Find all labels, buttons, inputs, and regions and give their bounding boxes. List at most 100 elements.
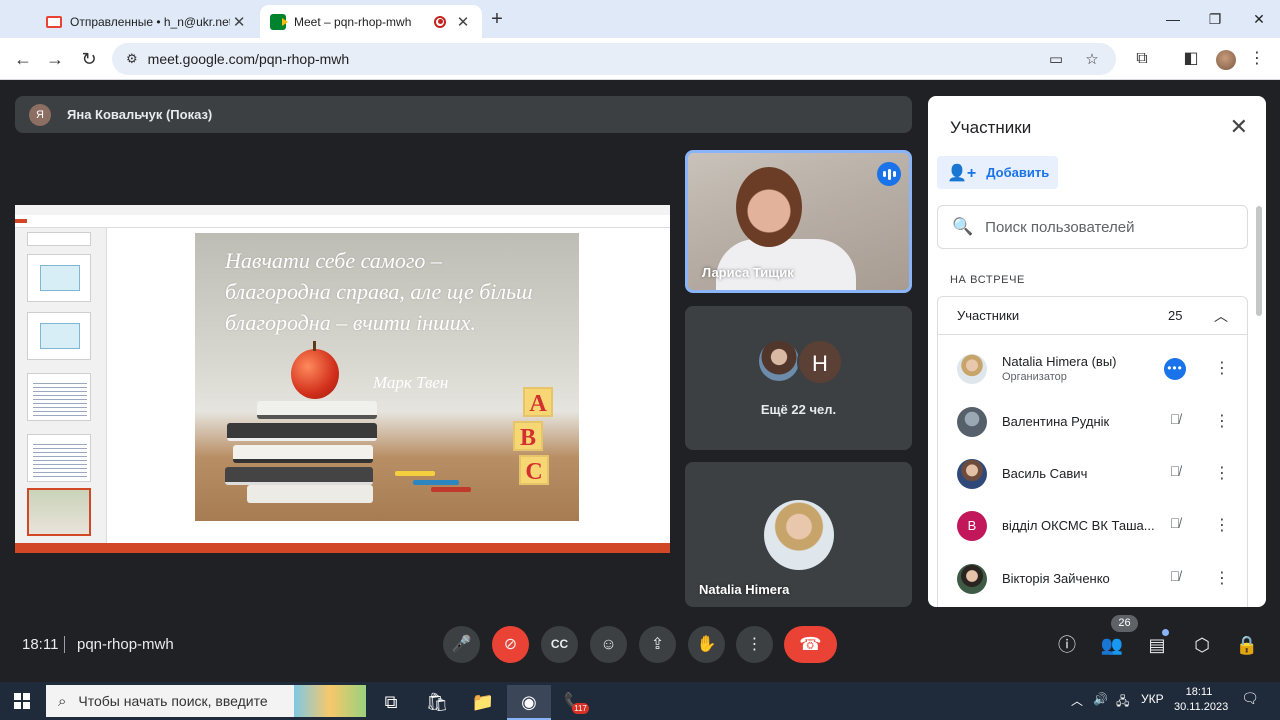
side-panel-icon[interactable]: ◧	[1180, 48, 1202, 70]
participant-name: Валентина Руднік	[1002, 414, 1110, 429]
avatar	[757, 339, 801, 383]
tray-chevron-icon[interactable]: ︿	[1071, 692, 1083, 709]
tab-meet[interactable]: Meet – pqn-rhop-mwh ✕	[260, 5, 482, 38]
raise-hand-button[interactable]: ✋	[688, 626, 725, 663]
block-b: B	[513, 421, 543, 451]
windows-taskbar: ⌕ Чтобы начать поиск, введите ⧉ 🛍 📁 ◉ 📞	[0, 682, 1280, 720]
info-icon: ⓘ	[1058, 635, 1076, 655]
captions-button[interactable]: CC	[541, 626, 578, 663]
search-highlight-image	[294, 685, 366, 717]
reload-button[interactable]: ↻	[76, 46, 102, 72]
notifications-icon[interactable]: 🗨	[1240, 690, 1260, 710]
current-slide: Навчати себе самого – благородна справа,…	[195, 233, 579, 521]
pencil-shape	[413, 480, 459, 485]
book-shape	[227, 423, 377, 441]
participant-role: Организатор	[1002, 371, 1067, 383]
camera-icon[interactable]: ▭	[1044, 50, 1068, 68]
participant-search[interactable]: 🔍	[937, 205, 1248, 249]
add-people-button[interactable]: 👤+ Добавить	[937, 156, 1058, 189]
profile-avatar[interactable]	[1216, 50, 1236, 70]
tab-gmail[interactable]: Отправленные • h_n@ukr.net ✕	[36, 5, 258, 38]
book-shape	[225, 467, 373, 485]
omnibox[interactable]: ⚙ meet.google.com/pqn-rhop-mwh ▭ ☆	[112, 43, 1116, 75]
url-text[interactable]: meet.google.com/pqn-rhop-mwh	[148, 51, 1044, 67]
activities-button[interactable]: ⬡	[1190, 633, 1214, 657]
shared-screen: Навчати себе самого – благородна справа,…	[15, 205, 670, 553]
search-input[interactable]	[985, 218, 1236, 236]
group-label: Участники	[957, 308, 1020, 323]
reactions-button[interactable]: ☺	[590, 626, 627, 663]
close-tab-icon[interactable]: ✕	[230, 13, 248, 31]
taskbar-search[interactable]: ⌕ Чтобы начать поиск, введите	[46, 685, 366, 717]
present-screen-icon: ⇪	[650, 636, 665, 653]
restore-button[interactable]: ❐	[1192, 6, 1238, 32]
participant-row: Вікторія Зайченко 🎙̸ ⋮	[938, 554, 1247, 604]
participant-name: Вікторія Зайченко	[1002, 571, 1110, 586]
self-tile[interactable]: Natalia Himera	[685, 462, 912, 607]
chrome-icon[interactable]: ◉	[507, 685, 551, 720]
chat-button[interactable]: ▤	[1145, 633, 1169, 657]
close-window-button[interactable]: ✕	[1236, 6, 1280, 32]
task-view-icon[interactable]: ⧉	[369, 685, 413, 720]
menu-dots-icon[interactable]: ⋮	[1212, 358, 1232, 380]
extensions-icon[interactable]: ⧉	[1131, 48, 1153, 70]
participant-row: Василь Савич 🎙̸ ⋮	[938, 449, 1247, 499]
people-icon: 👥	[1100, 635, 1124, 655]
group-header[interactable]: Участники 25 ︿	[938, 297, 1247, 335]
slide-thumb	[27, 232, 91, 246]
forward-button[interactable]: →	[42, 46, 68, 72]
more-participants-tile[interactable]: Н Ещё 22 чел.	[685, 306, 912, 450]
close-tab-icon[interactable]: ✕	[454, 13, 472, 31]
menu-dots-icon[interactable]: ⋮	[1246, 48, 1268, 70]
ppt-status-bar	[15, 543, 670, 553]
mic-button[interactable]: 🎤	[443, 626, 480, 663]
block-c: C	[519, 455, 549, 485]
more-options-button[interactable]: ⋮	[736, 626, 773, 663]
participant-name: відділ ОКСМС ВК Таша...	[1002, 518, 1155, 533]
menu-dots-icon[interactable]: ⋮	[1212, 568, 1232, 590]
camera-off-button[interactable]: ⊘	[492, 626, 529, 663]
apple-image	[291, 341, 339, 399]
menu-dots-icon[interactable]: ⋮	[1212, 463, 1232, 485]
mic-off-icon: 🎙̸	[1169, 568, 1181, 584]
present-button[interactable]: ⇪	[639, 626, 676, 663]
hangup-icon: ☎	[799, 634, 822, 654]
tile-name: Лариса Тищик	[702, 265, 794, 280]
menu-dots-icon[interactable]: ⋮	[1212, 515, 1232, 537]
windows-start-icon[interactable]	[14, 693, 30, 709]
hand-icon: ✋	[696, 636, 717, 653]
host-controls-button[interactable]: 🔒	[1235, 633, 1259, 657]
book-shape	[233, 445, 373, 463]
bookmark-star-icon[interactable]: ☆	[1080, 50, 1104, 68]
back-button[interactable]: ←	[10, 46, 36, 72]
leave-call-button[interactable]: ☎	[784, 626, 837, 663]
network-icon[interactable]: 🖧	[1116, 692, 1129, 713]
chevron-up-icon[interactable]: ︿	[1214, 306, 1228, 326]
file-explorer-icon[interactable]: 📁	[461, 685, 505, 720]
clock-time: 18:11	[1185, 686, 1213, 698]
participants-panel: Участники ✕ 👤+ Добавить 🔍 НА ВСТРЕЧЕ Уча…	[928, 96, 1266, 607]
new-tab-button[interactable]: +	[486, 8, 508, 31]
more-options-icon[interactable]: •••	[1164, 358, 1186, 380]
slide-author: Марк Твен	[373, 373, 449, 392]
meeting-info-button[interactable]: ⓘ	[1055, 633, 1079, 657]
ppt-title-bar	[15, 205, 670, 215]
close-icon[interactable]: ✕	[1230, 114, 1248, 140]
system-clock[interactable]: 18:11 30.11.2023	[1174, 685, 1228, 715]
pencil-shape	[395, 471, 435, 476]
meeting-code: pqn-rhop-mwh	[77, 636, 174, 653]
speaker-tile[interactable]: Лариса Тищик	[685, 150, 912, 293]
volume-icon[interactable]: 🔊	[1093, 692, 1108, 706]
viber-badge: 117	[572, 703, 589, 714]
panel-scrollbar[interactable]	[1256, 206, 1262, 316]
minimize-button[interactable]: —	[1150, 6, 1196, 32]
ppt-ribbon	[15, 215, 670, 228]
gmail-icon	[46, 15, 62, 28]
people-button[interactable]: 👥	[1100, 633, 1124, 657]
menu-dots-icon[interactable]: ⋮	[1212, 411, 1232, 433]
slide-quote: Навчати себе самого – благородна справа,…	[225, 248, 533, 335]
speaker-face	[736, 167, 802, 247]
language-indicator[interactable]: УКР	[1141, 692, 1164, 706]
site-info-icon[interactable]: ⚙	[126, 51, 138, 67]
store-icon[interactable]: 🛍	[415, 685, 459, 720]
